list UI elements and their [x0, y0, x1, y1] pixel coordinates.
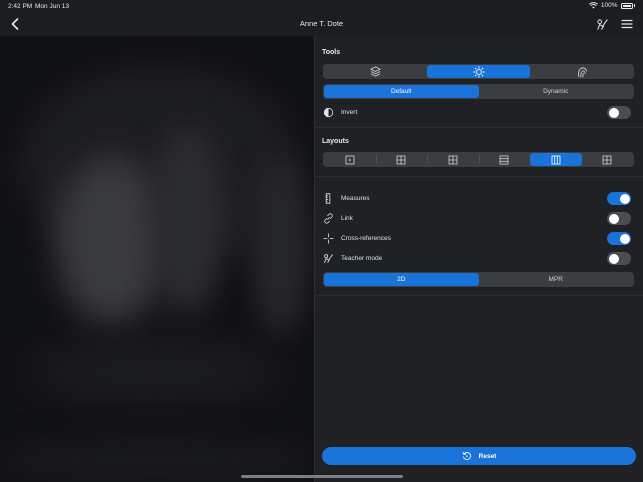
teacher-mode-label: Teacher mode — [341, 254, 383, 262]
reset-label: Reset — [478, 452, 497, 460]
reset-button[interactable]: Reset — [322, 447, 636, 465]
cross-references-row: Cross-references — [322, 230, 633, 246]
toggle-knob — [608, 253, 619, 264]
menu-button[interactable] — [618, 15, 636, 33]
status-right: 100% — [588, 2, 635, 9]
image-viewport[interactable] — [0, 36, 314, 482]
scan-shadow — [30, 336, 280, 406]
divider — [315, 295, 643, 296]
measures-row: Measures — [322, 190, 633, 206]
layers-icon — [370, 66, 381, 77]
link-toggle[interactable] — [607, 212, 631, 225]
mode-selector: Default Dynamic — [323, 84, 634, 99]
tools-title: Tools — [322, 49, 341, 56]
touch-gesture-icon — [577, 66, 587, 77]
mode-default[interactable]: Default — [324, 85, 479, 98]
tool-layers[interactable] — [324, 65, 427, 78]
ruler-icon — [322, 192, 334, 204]
layout-grid-b[interactable] — [427, 153, 479, 166]
teacher-mode-toggle[interactable] — [607, 252, 631, 265]
cross-references-label: Cross-references — [341, 234, 391, 242]
toggle-knob — [608, 107, 619, 118]
layout-grid-a[interactable] — [375, 153, 428, 166]
page-title: Anne T. Dote — [299, 19, 344, 28]
layout-grid-c[interactable] — [582, 153, 634, 166]
view-mode-2d[interactable]: 2D — [324, 273, 479, 286]
tool-selector — [323, 64, 634, 79]
scan-shadow — [250, 156, 310, 336]
invert-label: Invert — [341, 108, 358, 116]
crosshair-icon — [322, 232, 334, 244]
measures-toggle[interactable] — [607, 192, 631, 205]
view-mode-mpr[interactable]: MPR — [479, 273, 634, 286]
invert-icon — [322, 106, 334, 118]
view-mode-selector: 2D MPR — [323, 272, 634, 287]
status-date: Mon Jun 13 — [35, 3, 69, 10]
teacher-mode-row: Teacher mode — [322, 250, 633, 266]
layout-selector — [323, 152, 634, 167]
divider — [315, 127, 643, 128]
nav-bar: Anne T. Dote — [0, 12, 643, 36]
layout-rows[interactable] — [478, 153, 531, 166]
grid-2x2-icon — [448, 155, 458, 164]
reset-icon — [462, 451, 471, 461]
tool-brightness[interactable] — [427, 65, 530, 78]
toggle-knob — [608, 213, 619, 224]
settings-panel: Tools Default Dynamic Invert Layouts Mea… — [314, 36, 643, 482]
battery-percent: 100% — [600, 2, 618, 9]
brightness-icon — [472, 65, 485, 78]
layouts-title: Layouts — [322, 138, 349, 145]
status-bar: 2:42 PM Mon Jun 13 100% — [0, 0, 643, 12]
scan-shadow — [150, 126, 225, 316]
single-layout-icon — [345, 155, 355, 164]
hamburger-icon — [621, 19, 633, 29]
invert-toggle[interactable] — [607, 106, 631, 119]
grid-2x2-icon — [396, 155, 406, 164]
layout-single[interactable] — [324, 153, 376, 166]
link-row: Link — [322, 210, 633, 226]
toggle-knob — [619, 193, 630, 204]
home-indicator — [241, 475, 403, 478]
divider — [315, 176, 643, 177]
link-label: Link — [341, 214, 353, 222]
mode-dynamic[interactable]: Dynamic — [479, 85, 634, 98]
grid-layout-icon — [602, 155, 612, 164]
invert-row: Invert — [322, 104, 633, 120]
columns-layout-icon — [551, 155, 561, 164]
cross-references-toggle[interactable] — [607, 232, 631, 245]
battery-cap — [633, 4, 635, 7]
wifi-icon — [588, 2, 598, 9]
battery-icon — [620, 2, 633, 9]
status-time: 2:42 PM — [8, 3, 33, 10]
rows-layout-icon — [499, 155, 509, 164]
measures-label: Measures — [341, 194, 370, 202]
layout-columns[interactable] — [530, 153, 582, 166]
teacher-icon — [322, 252, 334, 264]
teacher-icon — [596, 18, 608, 30]
teacher-mode-button[interactable] — [593, 15, 611, 33]
link-icon — [322, 212, 334, 224]
tool-touch[interactable] — [530, 65, 633, 78]
toggle-knob — [619, 233, 630, 244]
